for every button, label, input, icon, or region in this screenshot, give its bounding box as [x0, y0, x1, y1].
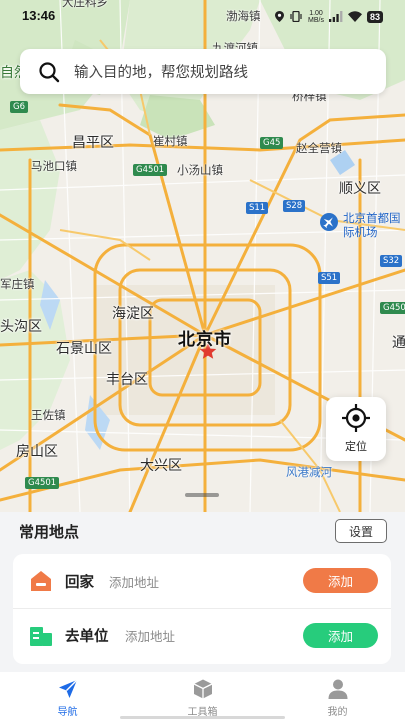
person-icon — [328, 679, 347, 699]
map-district-label: 石景山区 — [56, 341, 112, 357]
battery-level: 83 — [366, 10, 383, 23]
office-building-icon — [30, 627, 52, 646]
map-water-label: 风港减河 — [286, 465, 332, 479]
road-shield: G4501 — [25, 477, 60, 489]
home-indicator — [120, 716, 285, 719]
map-district-label: 顺义区 — [339, 181, 381, 197]
map-district-label: 昌平区 — [72, 135, 114, 151]
tab-profile[interactable]: 我的 — [270, 672, 405, 720]
location-pin-icon — [275, 7, 285, 26]
navigation-arrow-icon — [58, 679, 77, 698]
add-home-button[interactable]: 添加 — [303, 568, 378, 593]
airport-label: 北京首都国际机场 — [343, 211, 401, 239]
locate-label: 定位 — [345, 440, 367, 453]
bottom-tab-bar: 导航 工具箱 我的 — [0, 672, 405, 720]
home-icon — [31, 571, 51, 591]
common-places-title: 常用地点 — [19, 523, 80, 541]
wifi-icon — [347, 7, 362, 26]
status-time: 13:46 — [22, 8, 56, 23]
tab-toolbox[interactable]: 工具箱 — [135, 672, 270, 720]
map-town-label: 小汤山镇 — [177, 163, 223, 177]
tab-label: 我的 — [327, 707, 348, 718]
map-town-label: 马池口镇 — [31, 159, 77, 173]
tab-label: 导航 — [57, 707, 78, 718]
locate-button[interactable]: 定位 — [326, 397, 386, 461]
network-speed: 1.00 MB/s — [308, 9, 324, 24]
map-town-label: 王佐镇 — [31, 408, 66, 422]
map-town-label: 军庄镇 — [0, 277, 35, 291]
map-city-label: 北京市 — [178, 330, 232, 350]
tab-navigation[interactable]: 导航 — [0, 672, 135, 720]
search-bar[interactable]: 输入目的地，帮您规划路线 — [20, 49, 386, 94]
road-shield: S28 — [283, 200, 306, 212]
vibrate-icon — [289, 7, 303, 26]
locate-crosshair-icon — [342, 404, 370, 432]
search-placeholder[interactable]: 输入目的地，帮您规划路线 — [74, 61, 248, 82]
common-places-card: 回家 添加地址 添加 去单位 添加地址 添加 — [13, 554, 391, 664]
home-label: 回家 — [65, 574, 94, 591]
status-bar: 13:46 1.00 MB/s 83 — [0, 0, 405, 30]
work-label: 去单位 — [65, 629, 109, 645]
map-district-label: 头沟区 — [0, 319, 42, 335]
home-place-row[interactable]: 回家 添加地址 添加 — [13, 554, 391, 608]
work-place-row[interactable]: 去单位 添加地址 添加 — [13, 608, 391, 662]
map-town-label: 崔村镇 — [153, 134, 188, 148]
map-edge-label: 通 — [392, 335, 405, 351]
airport-icon — [320, 213, 338, 231]
road-shield: S32 — [380, 255, 403, 267]
road-shield: G4501 — [380, 302, 405, 314]
map-town-label: 赵全营镇 — [296, 141, 342, 155]
home-address-hint[interactable]: 添加地址 — [109, 572, 159, 591]
map-district-label: 丰台区 — [106, 372, 148, 388]
map-district-label: 大兴区 — [140, 458, 182, 474]
signal-icon — [328, 7, 343, 26]
map-district-label: 房山区 — [16, 444, 58, 460]
road-shield: G45 — [260, 137, 284, 149]
work-address-hint[interactable]: 添加地址 — [125, 626, 175, 645]
common-places-sheet: 常用地点 设置 回家 添加地址 添加 去单位 添加地址 添加 — [0, 512, 405, 672]
road-shield: G4501 — [133, 164, 168, 176]
road-shield: S11 — [246, 202, 269, 214]
add-work-button[interactable]: 添加 — [303, 623, 378, 648]
map-district-label: 海淀区 — [112, 306, 154, 322]
road-shield: S51 — [318, 272, 341, 284]
search-icon — [39, 61, 60, 82]
sheet-drag-handle[interactable] — [185, 493, 219, 497]
toolbox-cube-icon — [193, 679, 212, 699]
road-shield: G6 — [10, 101, 28, 113]
settings-button[interactable]: 设置 — [335, 519, 387, 543]
